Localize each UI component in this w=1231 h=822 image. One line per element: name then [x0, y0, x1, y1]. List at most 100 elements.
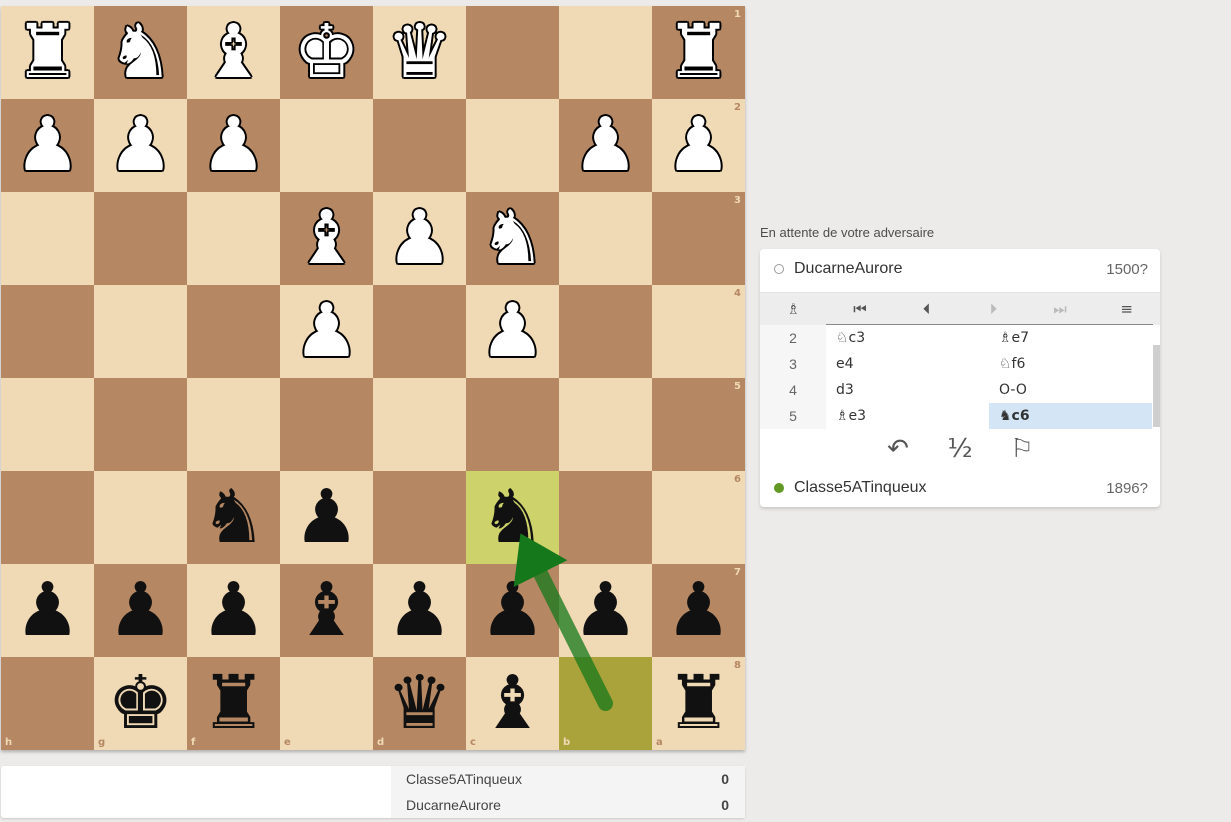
- square-b1[interactable]: [559, 6, 652, 99]
- square-a1[interactable]: 1 ♜: [652, 6, 745, 99]
- square-g6[interactable]: [94, 471, 187, 564]
- black-knight-icon[interactable]: ♞: [187, 471, 280, 564]
- square-g7[interactable]: ♟: [94, 564, 187, 657]
- move-black[interactable]: ♗e7: [989, 325, 1152, 351]
- white-pawn-icon[interactable]: ♟: [466, 285, 559, 378]
- white-knight-icon[interactable]: ♞: [94, 6, 187, 99]
- square-f5[interactable]: [187, 378, 280, 471]
- square-e4[interactable]: ♟: [280, 285, 373, 378]
- first-move-icon[interactable]: ⏮: [827, 293, 894, 325]
- white-king-icon[interactable]: ♚: [280, 6, 373, 99]
- move-white[interactable]: ♘c3: [826, 325, 989, 351]
- square-c6[interactable]: ♞: [466, 471, 559, 564]
- white-pawn-icon[interactable]: ♟: [559, 99, 652, 192]
- next-move-icon[interactable]: ⏵: [960, 293, 1027, 325]
- prev-move-icon[interactable]: ⏴: [893, 293, 960, 325]
- square-a7[interactable]: 7 ♟: [652, 564, 745, 657]
- square-d6[interactable]: [373, 471, 466, 564]
- resign-flag-icon[interactable]: ⚐: [991, 434, 1053, 464]
- square-e6[interactable]: ♟: [280, 471, 373, 564]
- black-pawn-icon[interactable]: ♟: [559, 564, 652, 657]
- square-h6[interactable]: [1, 471, 94, 564]
- square-f6[interactable]: ♞: [187, 471, 280, 564]
- black-king-icon[interactable]: ♚: [94, 657, 187, 750]
- square-b4[interactable]: [559, 285, 652, 378]
- player-bottom[interactable]: Classe5ATinqueux 1896?: [760, 468, 1160, 508]
- square-f7[interactable]: ♟: [187, 564, 280, 657]
- square-a8[interactable]: 8 a ♜: [652, 657, 745, 750]
- black-knight-icon[interactable]: ♞: [466, 471, 559, 564]
- square-f3[interactable]: [187, 192, 280, 285]
- square-e1[interactable]: ♚: [280, 6, 373, 99]
- move-white[interactable]: d3: [826, 377, 989, 403]
- black-pawn-icon[interactable]: ♟: [94, 564, 187, 657]
- move-white[interactable]: ♗e3: [826, 403, 989, 429]
- square-a4[interactable]: 4: [652, 285, 745, 378]
- square-h8[interactable]: h: [1, 657, 94, 750]
- square-b8[interactable]: b: [559, 657, 652, 750]
- square-e5[interactable]: [280, 378, 373, 471]
- white-rook-icon[interactable]: ♜: [652, 6, 745, 99]
- square-d7[interactable]: ♟: [373, 564, 466, 657]
- square-b2[interactable]: ♟: [559, 99, 652, 192]
- square-g1[interactable]: ♞: [94, 6, 187, 99]
- white-knight-icon[interactable]: ♞: [466, 192, 559, 285]
- chess-board[interactable]: ♜ ♞ ♝ ♚ ♛ 1 ♜ ♟ ♟ ♟ ♟ 2 ♟ ♝ ♟ ♞ 3 ♟ ♟ 4 5 ♞ ♟ ♞ 6 ♟ ♟ ♟ ♝ ♟ ♟ ♟ 7 ♟ h g ♚ f ♜ e…: [1, 6, 745, 750]
- white-pawn-icon[interactable]: ♟: [187, 99, 280, 192]
- square-a6[interactable]: 6: [652, 471, 745, 564]
- square-e2[interactable]: [280, 99, 373, 192]
- black-pawn-icon[interactable]: ♟: [466, 564, 559, 657]
- last-move-icon[interactable]: ⏭: [1027, 293, 1094, 325]
- square-c8[interactable]: c ♝: [466, 657, 559, 750]
- takeback-icon[interactable]: ↶: [867, 434, 929, 464]
- black-pawn-icon[interactable]: ♟: [652, 564, 745, 657]
- square-d5[interactable]: [373, 378, 466, 471]
- white-rook-icon[interactable]: ♜: [1, 6, 94, 99]
- square-d4[interactable]: [373, 285, 466, 378]
- square-e8[interactable]: e: [280, 657, 373, 750]
- analysis-icon[interactable]: ♗: [760, 293, 827, 325]
- square-a3[interactable]: 3: [652, 192, 745, 285]
- square-b7[interactable]: ♟: [559, 564, 652, 657]
- square-b6[interactable]: [559, 471, 652, 564]
- white-pawn-icon[interactable]: ♟: [94, 99, 187, 192]
- square-g3[interactable]: [94, 192, 187, 285]
- square-h7[interactable]: ♟: [1, 564, 94, 657]
- black-bishop-icon[interactable]: ♝: [280, 564, 373, 657]
- square-d1[interactable]: ♛: [373, 6, 466, 99]
- black-bishop-icon[interactable]: ♝: [466, 657, 559, 750]
- square-h3[interactable]: [1, 192, 94, 285]
- square-h4[interactable]: [1, 285, 94, 378]
- square-f1[interactable]: ♝: [187, 6, 280, 99]
- square-b3[interactable]: [559, 192, 652, 285]
- square-e3[interactable]: ♝: [280, 192, 373, 285]
- white-pawn-icon[interactable]: ♟: [280, 285, 373, 378]
- square-c5[interactable]: [466, 378, 559, 471]
- black-pawn-icon[interactable]: ♟: [187, 564, 280, 657]
- square-f2[interactable]: ♟: [187, 99, 280, 192]
- square-h2[interactable]: ♟: [1, 99, 94, 192]
- square-a5[interactable]: 5: [652, 378, 745, 471]
- menu-icon[interactable]: ≡: [1093, 293, 1160, 325]
- move-black[interactable]: ♞c6: [989, 403, 1152, 429]
- square-c2[interactable]: [466, 99, 559, 192]
- square-d8[interactable]: d ♛: [373, 657, 466, 750]
- white-bishop-icon[interactable]: ♝: [187, 6, 280, 99]
- move-white[interactable]: e4: [826, 351, 989, 377]
- square-d2[interactable]: [373, 99, 466, 192]
- player-name[interactable]: DucarneAurore: [794, 260, 1106, 278]
- white-pawn-icon[interactable]: ♟: [652, 99, 745, 192]
- square-c4[interactable]: ♟: [466, 285, 559, 378]
- black-pawn-icon[interactable]: ♟: [280, 471, 373, 564]
- player-top[interactable]: DucarneAurore 1500?: [760, 249, 1160, 289]
- draw-offer-icon[interactable]: ½: [929, 434, 991, 464]
- square-g5[interactable]: [94, 378, 187, 471]
- square-d3[interactable]: ♟: [373, 192, 466, 285]
- square-b5[interactable]: [559, 378, 652, 471]
- white-queen-icon[interactable]: ♛: [373, 6, 466, 99]
- square-g2[interactable]: ♟: [94, 99, 187, 192]
- black-rook-icon[interactable]: ♜: [652, 657, 745, 750]
- square-g4[interactable]: [94, 285, 187, 378]
- move-black[interactable]: O-O: [989, 377, 1152, 403]
- square-e7[interactable]: ♝: [280, 564, 373, 657]
